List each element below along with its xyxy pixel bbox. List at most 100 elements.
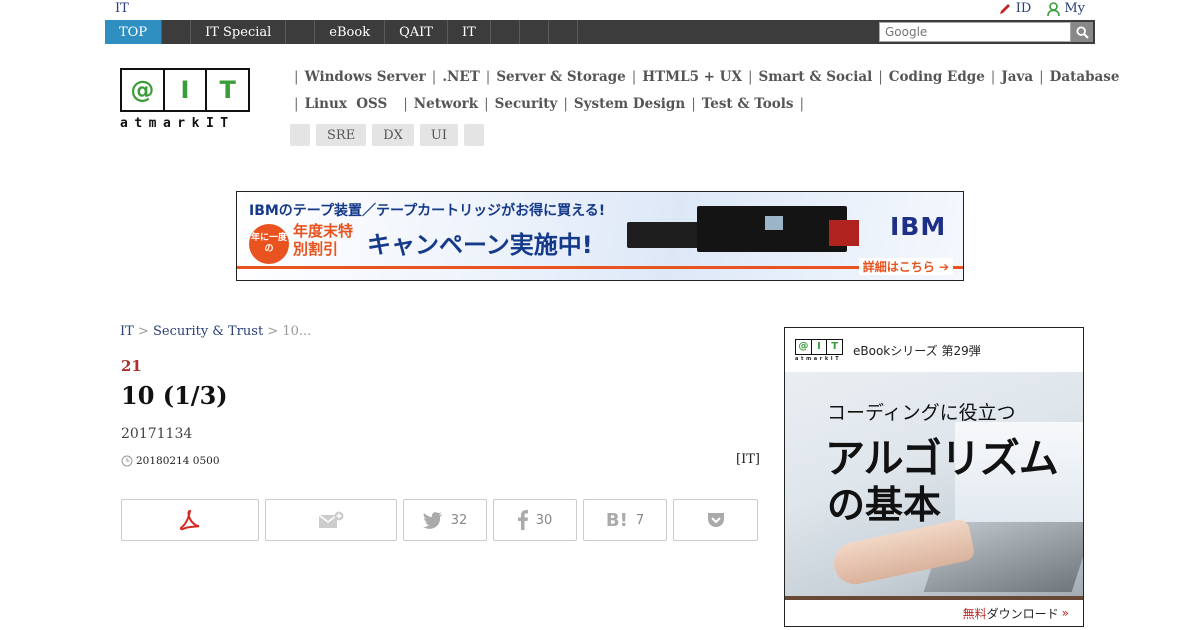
pocket-button[interactable] — [673, 499, 758, 541]
nav-top[interactable]: TOP — [105, 20, 163, 44]
login-label: ID — [1015, 1, 1032, 16]
nav-item-8[interactable] — [491, 20, 520, 44]
category-test-tools[interactable]: Test & Tools — [702, 96, 794, 112]
twitter-share-button[interactable]: 32 — [403, 499, 487, 541]
banner-headline: IBMのテープ装置／テープカートリッジがお得に買える! — [249, 203, 606, 219]
topic-tag[interactable] — [463, 124, 484, 146]
hatena-bookmark-icon: B! — [605, 509, 628, 531]
global-nav: TOP IT Special eBook QAIT IT — [105, 20, 1095, 44]
user-icon — [1047, 1, 1061, 16]
publish-date: 20180214 0500 — [121, 455, 220, 467]
pocket-icon — [707, 513, 724, 527]
pdf-button[interactable] — [121, 499, 259, 541]
topic-tag-dx[interactable]: DX — [372, 124, 414, 146]
banner-cta[interactable]: 詳細はこちら ➔ — [858, 258, 953, 275]
ad-line-3: の基本 — [827, 482, 942, 527]
facebook-share-button[interactable]: 30 — [493, 499, 577, 541]
category-menu: | Windows Server | .NET | Server & Stora… — [288, 66, 1120, 120]
double-chevron-icon: » — [1061, 606, 1069, 620]
breadcrumb-current: 10... — [282, 324, 312, 339]
category-java[interactable]: Java — [1001, 69, 1033, 85]
nav-item-9[interactable] — [520, 20, 549, 44]
clock-icon — [121, 455, 133, 467]
login-link[interactable]: ID — [998, 1, 1032, 16]
logo-letter: I — [165, 70, 208, 110]
top-strip: IT ID My — [0, 0, 1200, 18]
pdf-icon — [179, 509, 200, 531]
hatena-share-button[interactable]: B! 7 — [583, 499, 667, 541]
hatena-count: 7 — [635, 512, 645, 528]
page-title: 10 (1/3) — [121, 381, 228, 410]
breadcrumb-section[interactable]: Security & Trust — [153, 324, 263, 339]
atmarkit-mini-logo: @ I T atmarkIT — [795, 338, 843, 362]
site-logo[interactable]: @ I T atmarkIT — [120, 68, 252, 134]
banner-ad[interactable]: IBMのテープ装置／テープカートリッジがお得に買える! 年に一度の 年度末特別割… — [236, 191, 964, 281]
email-button[interactable] — [265, 499, 397, 541]
category-smart-social[interactable]: Smart & Social — [759, 69, 873, 85]
arrow-right-icon: ➔ — [938, 260, 949, 274]
series-label: 21 — [121, 357, 142, 375]
ad-series-label: eBookシリーズ 第29弾 — [853, 343, 981, 358]
category-row: | Linux OSS | Network | Security | Syste… — [294, 96, 805, 112]
topic-tag-sre[interactable]: SRE — [316, 124, 367, 146]
banner-divider — [237, 266, 963, 269]
ad-download-cta[interactable]: 無料 ダウンロード » — [785, 600, 1083, 626]
nav-item-2[interactable] — [162, 20, 192, 44]
search-input[interactable] — [879, 22, 1071, 42]
ad-free-label: 無料 — [962, 606, 987, 621]
ad-download-label: ダウンロード — [986, 606, 1059, 621]
tape-cartridge-image — [829, 220, 859, 246]
nav-ebook[interactable]: eBook — [315, 20, 386, 44]
logo-letter: T — [219, 76, 236, 104]
topic-tag[interactable] — [290, 124, 310, 146]
category-dotnet[interactable]: .NET — [442, 69, 479, 85]
publish-date-text: 20180214 0500 — [136, 455, 220, 467]
banner-offer: 年度末特別割引 — [293, 222, 354, 258]
facebook-icon — [517, 510, 528, 530]
category-database[interactable]: Database — [1050, 69, 1120, 85]
nav-qait[interactable]: QAIT — [385, 20, 448, 44]
account-links: ID My — [998, 1, 1085, 16]
logo-mark: @ I T — [120, 68, 250, 112]
nav-it[interactable]: IT — [448, 20, 491, 44]
search-button[interactable] — [1071, 22, 1093, 42]
logo-letter: @ — [122, 70, 165, 110]
article-subtitle: 20171134 — [121, 426, 193, 442]
category-row: | Windows Server | .NET | Server & Stora… — [294, 69, 1120, 85]
site-search — [879, 22, 1093, 42]
category-windows-server[interactable]: Windows Server — [305, 69, 426, 85]
logo-tagline: atmarkIT — [120, 116, 235, 131]
article-source: [IT] — [736, 452, 760, 467]
category-coding-edge[interactable]: Coding Edge — [889, 69, 985, 85]
mypage-link[interactable]: My — [1047, 1, 1085, 16]
nav-it-special[interactable]: IT Special — [191, 20, 287, 44]
breadcrumb: IT > Security & Trust > 10... — [120, 324, 312, 339]
category-server-storage[interactable]: Server & Storage — [496, 69, 625, 85]
mypage-label: My — [1064, 1, 1085, 16]
pencil-icon — [999, 3, 1010, 14]
facebook-count: 30 — [535, 512, 553, 528]
site-home-link[interactable]: IT — [115, 1, 129, 16]
category-network[interactable]: Network — [414, 96, 478, 112]
ebook-ad[interactable]: @ I T atmarkIT eBookシリーズ 第29弾 コーディングに役立つ… — [784, 327, 1084, 627]
tape-drive-image — [627, 222, 699, 248]
tape-library-image — [697, 206, 847, 252]
ibm-logo: IBM — [890, 212, 947, 241]
category-linux-oss[interactable]: Linux OSS — [305, 96, 388, 112]
category-html5-ux[interactable]: HTML5 + UX — [642, 69, 742, 85]
nav-item-10[interactable] — [549, 20, 578, 44]
nav-item-4[interactable] — [286, 20, 316, 44]
breadcrumb-root[interactable]: IT — [120, 324, 134, 339]
banner-campaign: キャンペーン実施中! — [367, 231, 593, 259]
twitter-count: 32 — [450, 512, 468, 528]
banner-cta-label: 詳細はこちら — [862, 260, 935, 274]
category-security[interactable]: Security — [495, 96, 558, 112]
twitter-icon — [422, 511, 442, 529]
topic-tags: SRE DX UI — [290, 124, 484, 146]
category-system-design[interactable]: System Design — [574, 96, 685, 112]
search-icon — [1075, 25, 1089, 39]
mail-add-icon — [318, 511, 344, 528]
banner-badge: 年に一度の — [249, 224, 289, 264]
ad-header: @ I T atmarkIT eBookシリーズ 第29弾 — [785, 328, 1083, 372]
topic-tag-ui[interactable]: UI — [419, 124, 458, 146]
